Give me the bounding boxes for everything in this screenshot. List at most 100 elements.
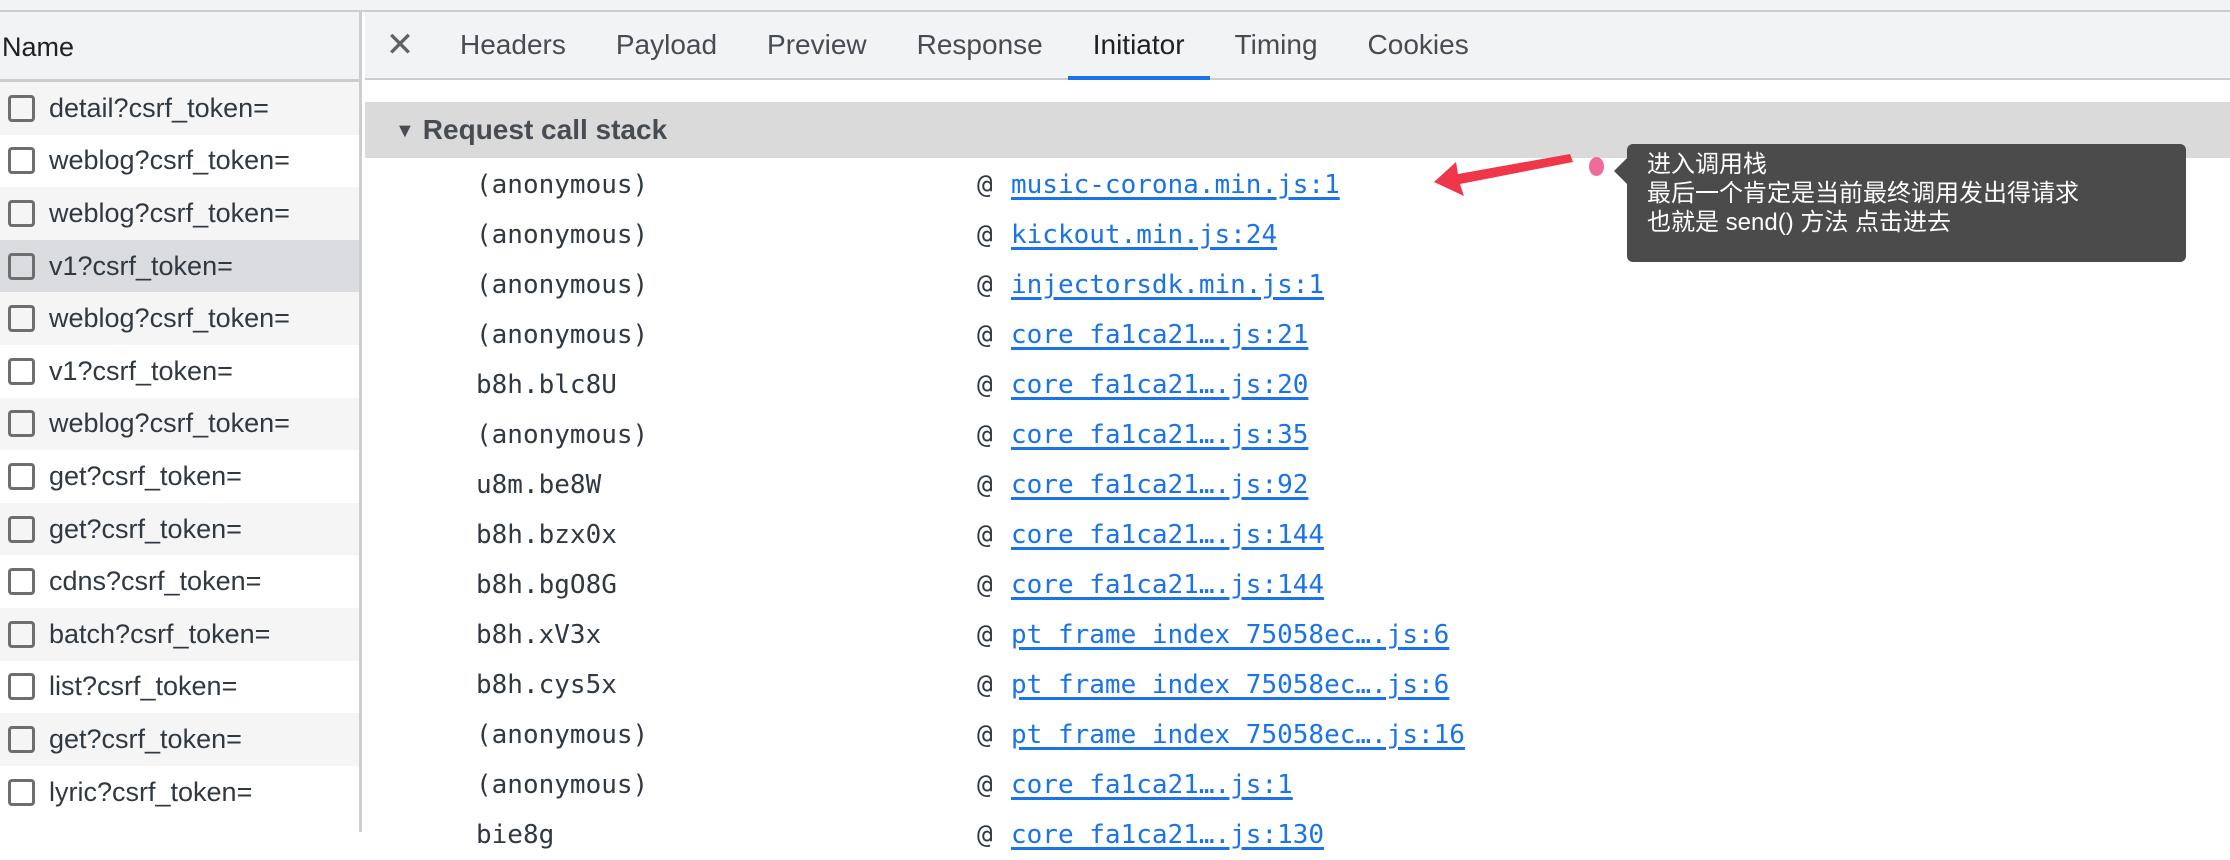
checkbox[interactable] — [8, 305, 35, 333]
request-name: batch?csrf_token= — [49, 618, 271, 649]
checkbox[interactable] — [8, 462, 35, 490]
checkbox[interactable] — [8, 357, 35, 385]
source-link[interactable]: pt_frame_index_75058ec….js:6 — [1011, 610, 1449, 660]
source-link[interactable]: core_fa1ca21….js:144 — [1011, 560, 1324, 610]
checkbox[interactable] — [8, 147, 35, 175]
checkbox[interactable] — [8, 725, 35, 753]
request-name: weblog?csrf_token= — [49, 197, 290, 228]
checkbox[interactable] — [8, 673, 35, 701]
at-sign: @ — [977, 720, 993, 750]
function-name: b8h.bgO8G — [476, 570, 617, 600]
at-sign: @ — [977, 420, 993, 450]
source-link[interactable]: core_fa1ca21….js:35 — [1011, 410, 1308, 460]
request-row[interactable]: get?csrf_token= — [0, 450, 359, 503]
tab-headers[interactable]: Headers — [435, 12, 591, 78]
request-row[interactable]: detail?csrf_token= — [0, 82, 359, 135]
call-stack-row: (anonymous) @ pt_frame_index_75058ec….js:1… — [365, 710, 2230, 760]
request-row[interactable]: weblog?csrf_token= — [0, 292, 359, 345]
checkbox[interactable] — [8, 568, 35, 596]
call-stack-row: b8h.bgO8G @ core_fa1ca21….js:144 — [365, 560, 2230, 610]
call-stack-row: b8h.xV3x @ pt_frame_index_75058ec….js:6 — [365, 610, 2230, 660]
checkbox[interactable] — [8, 778, 35, 806]
request-row[interactable]: weblog?csrf_token= — [0, 187, 359, 240]
request-name: weblog?csrf_token= — [49, 145, 290, 176]
tab-initiator[interactable]: Initiator — [1067, 12, 1210, 80]
source-link[interactable]: core_fa1ca21….js:144 — [1011, 510, 1324, 560]
at-sign: @ — [977, 570, 993, 600]
request-row[interactable]: v1?csrf_token= — [0, 239, 359, 293]
function-name: b8h.xV3x — [476, 620, 602, 650]
source-link[interactable]: injectorsdk.min.js:1 — [1011, 260, 1324, 310]
source-link[interactable]: core_fa1ca21….js:92 — [1011, 460, 1308, 510]
request-name: v1?csrf_token= — [49, 250, 233, 281]
function-name: (anonymous) — [476, 770, 649, 800]
call-stack-row: (anonymous) @ core_fa1ca21….js:1 — [365, 760, 2230, 810]
call-stack-row: b8h.cys5x @ pt_frame_index_75058ec….js:6 — [365, 660, 2230, 710]
checkbox[interactable] — [8, 620, 35, 648]
checkbox[interactable] — [8, 410, 35, 438]
tab-timing[interactable]: Timing — [1210, 12, 1343, 78]
call-stack-row: (anonymous) @ core_fa1ca21….js:35 — [365, 410, 2230, 460]
tooltip-line: 进入调用栈 — [1647, 151, 1767, 178]
source-link[interactable]: core_fa1ca21….js:130 — [1011, 810, 1324, 860]
request-name: get?csrf_token= — [49, 460, 242, 491]
checkbox[interactable] — [8, 515, 35, 543]
request-row[interactable]: batch?csrf_token= — [0, 607, 359, 661]
name-column-header[interactable]: Name — [0, 12, 359, 82]
request-list-panel: Name detail?csrf_token= weblog?csrf_token… — [0, 12, 362, 832]
checkbox[interactable] — [8, 199, 35, 227]
request-row[interactable]: v1?csrf_token= — [0, 345, 359, 398]
call-stack-row: (anonymous) @ core_fa1ca21….js:21 — [365, 310, 2230, 360]
source-link[interactable]: core_fa1ca21….js:1 — [1011, 760, 1293, 810]
at-sign: @ — [977, 820, 993, 850]
checkbox[interactable] — [8, 94, 35, 122]
request-name: cdns?csrf_token= — [49, 566, 262, 597]
tab-payload[interactable]: Payload — [591, 12, 742, 78]
request-row[interactable]: cdns?csrf_token= — [0, 555, 359, 608]
request-name: v1?csrf_token= — [49, 355, 233, 386]
function-name: (anonymous) — [476, 270, 649, 300]
call-stack-row: (anonymous) @ injectorsdk.min.js:1 — [365, 260, 2230, 310]
source-link[interactable]: pt_frame_index_75058ec….js:16 — [1011, 710, 1465, 760]
function-name: b8h.blc8U — [476, 370, 617, 400]
request-row[interactable]: get?csrf_token= — [0, 713, 359, 766]
source-link[interactable]: core_fa1ca21….js:21 — [1011, 310, 1308, 360]
function-name: (anonymous) — [476, 720, 649, 750]
call-stack-row: b8h.bzx0x @ core_fa1ca21….js:144 — [365, 510, 2230, 560]
source-link[interactable]: pt_frame_index_75058ec….js:6 — [1011, 660, 1449, 710]
at-sign: @ — [977, 770, 993, 800]
request-name: get?csrf_token= — [49, 723, 242, 754]
source-link[interactable]: core_fa1ca21….js:20 — [1011, 360, 1308, 410]
at-sign: @ — [977, 220, 993, 250]
at-sign: @ — [977, 470, 993, 500]
tooltip-line: 也就是 send() 方法 点击进去 — [1647, 209, 1952, 236]
at-sign: @ — [977, 370, 993, 400]
request-row[interactable]: lyric?csrf_token= — [0, 766, 359, 819]
function-name: (anonymous) — [476, 170, 649, 200]
detail-tabs: ✕ Headers Payload Preview Response Initiator… — [365, 12, 2230, 80]
call-stack-row: u8m.be8W @ core_fa1ca21….js:92 — [365, 460, 2230, 510]
request-row[interactable]: list?csrf_token= — [0, 661, 359, 714]
request-list: detail?csrf_token= weblog?csrf_token= webl… — [0, 82, 359, 818]
request-row[interactable]: get?csrf_token= — [0, 502, 359, 556]
source-link[interactable]: kickout.min.js:24 — [1011, 210, 1277, 260]
function-name: (anonymous) — [476, 220, 649, 250]
close-icon[interactable]: ✕ — [365, 25, 435, 65]
request-row[interactable]: weblog?csrf_token= — [0, 397, 359, 451]
function-name: (anonymous) — [476, 420, 649, 450]
tab-preview[interactable]: Preview — [742, 12, 892, 78]
at-sign: @ — [977, 320, 993, 350]
at-sign: @ — [977, 170, 993, 200]
red-arrow-annotation — [1434, 154, 1573, 196]
collapse-triangle-icon: ▼ — [395, 120, 415, 142]
checkbox[interactable] — [8, 252, 35, 280]
request-name: weblog?csrf_token= — [49, 303, 290, 334]
tab-cookies[interactable]: Cookies — [1343, 12, 1494, 78]
at-sign: @ — [977, 670, 993, 700]
at-sign: @ — [977, 620, 993, 650]
request-row[interactable]: weblog?csrf_token= — [0, 135, 359, 188]
source-link[interactable]: music-corona.min.js:1 — [1011, 160, 1340, 210]
call-stack-row: b8h.blc8U @ core_fa1ca21….js:20 — [365, 360, 2230, 410]
tab-response[interactable]: Response — [892, 12, 1068, 78]
call-stack-list: (anonymous) @ music-corona.min.js:1 (anonym… — [365, 160, 2230, 860]
